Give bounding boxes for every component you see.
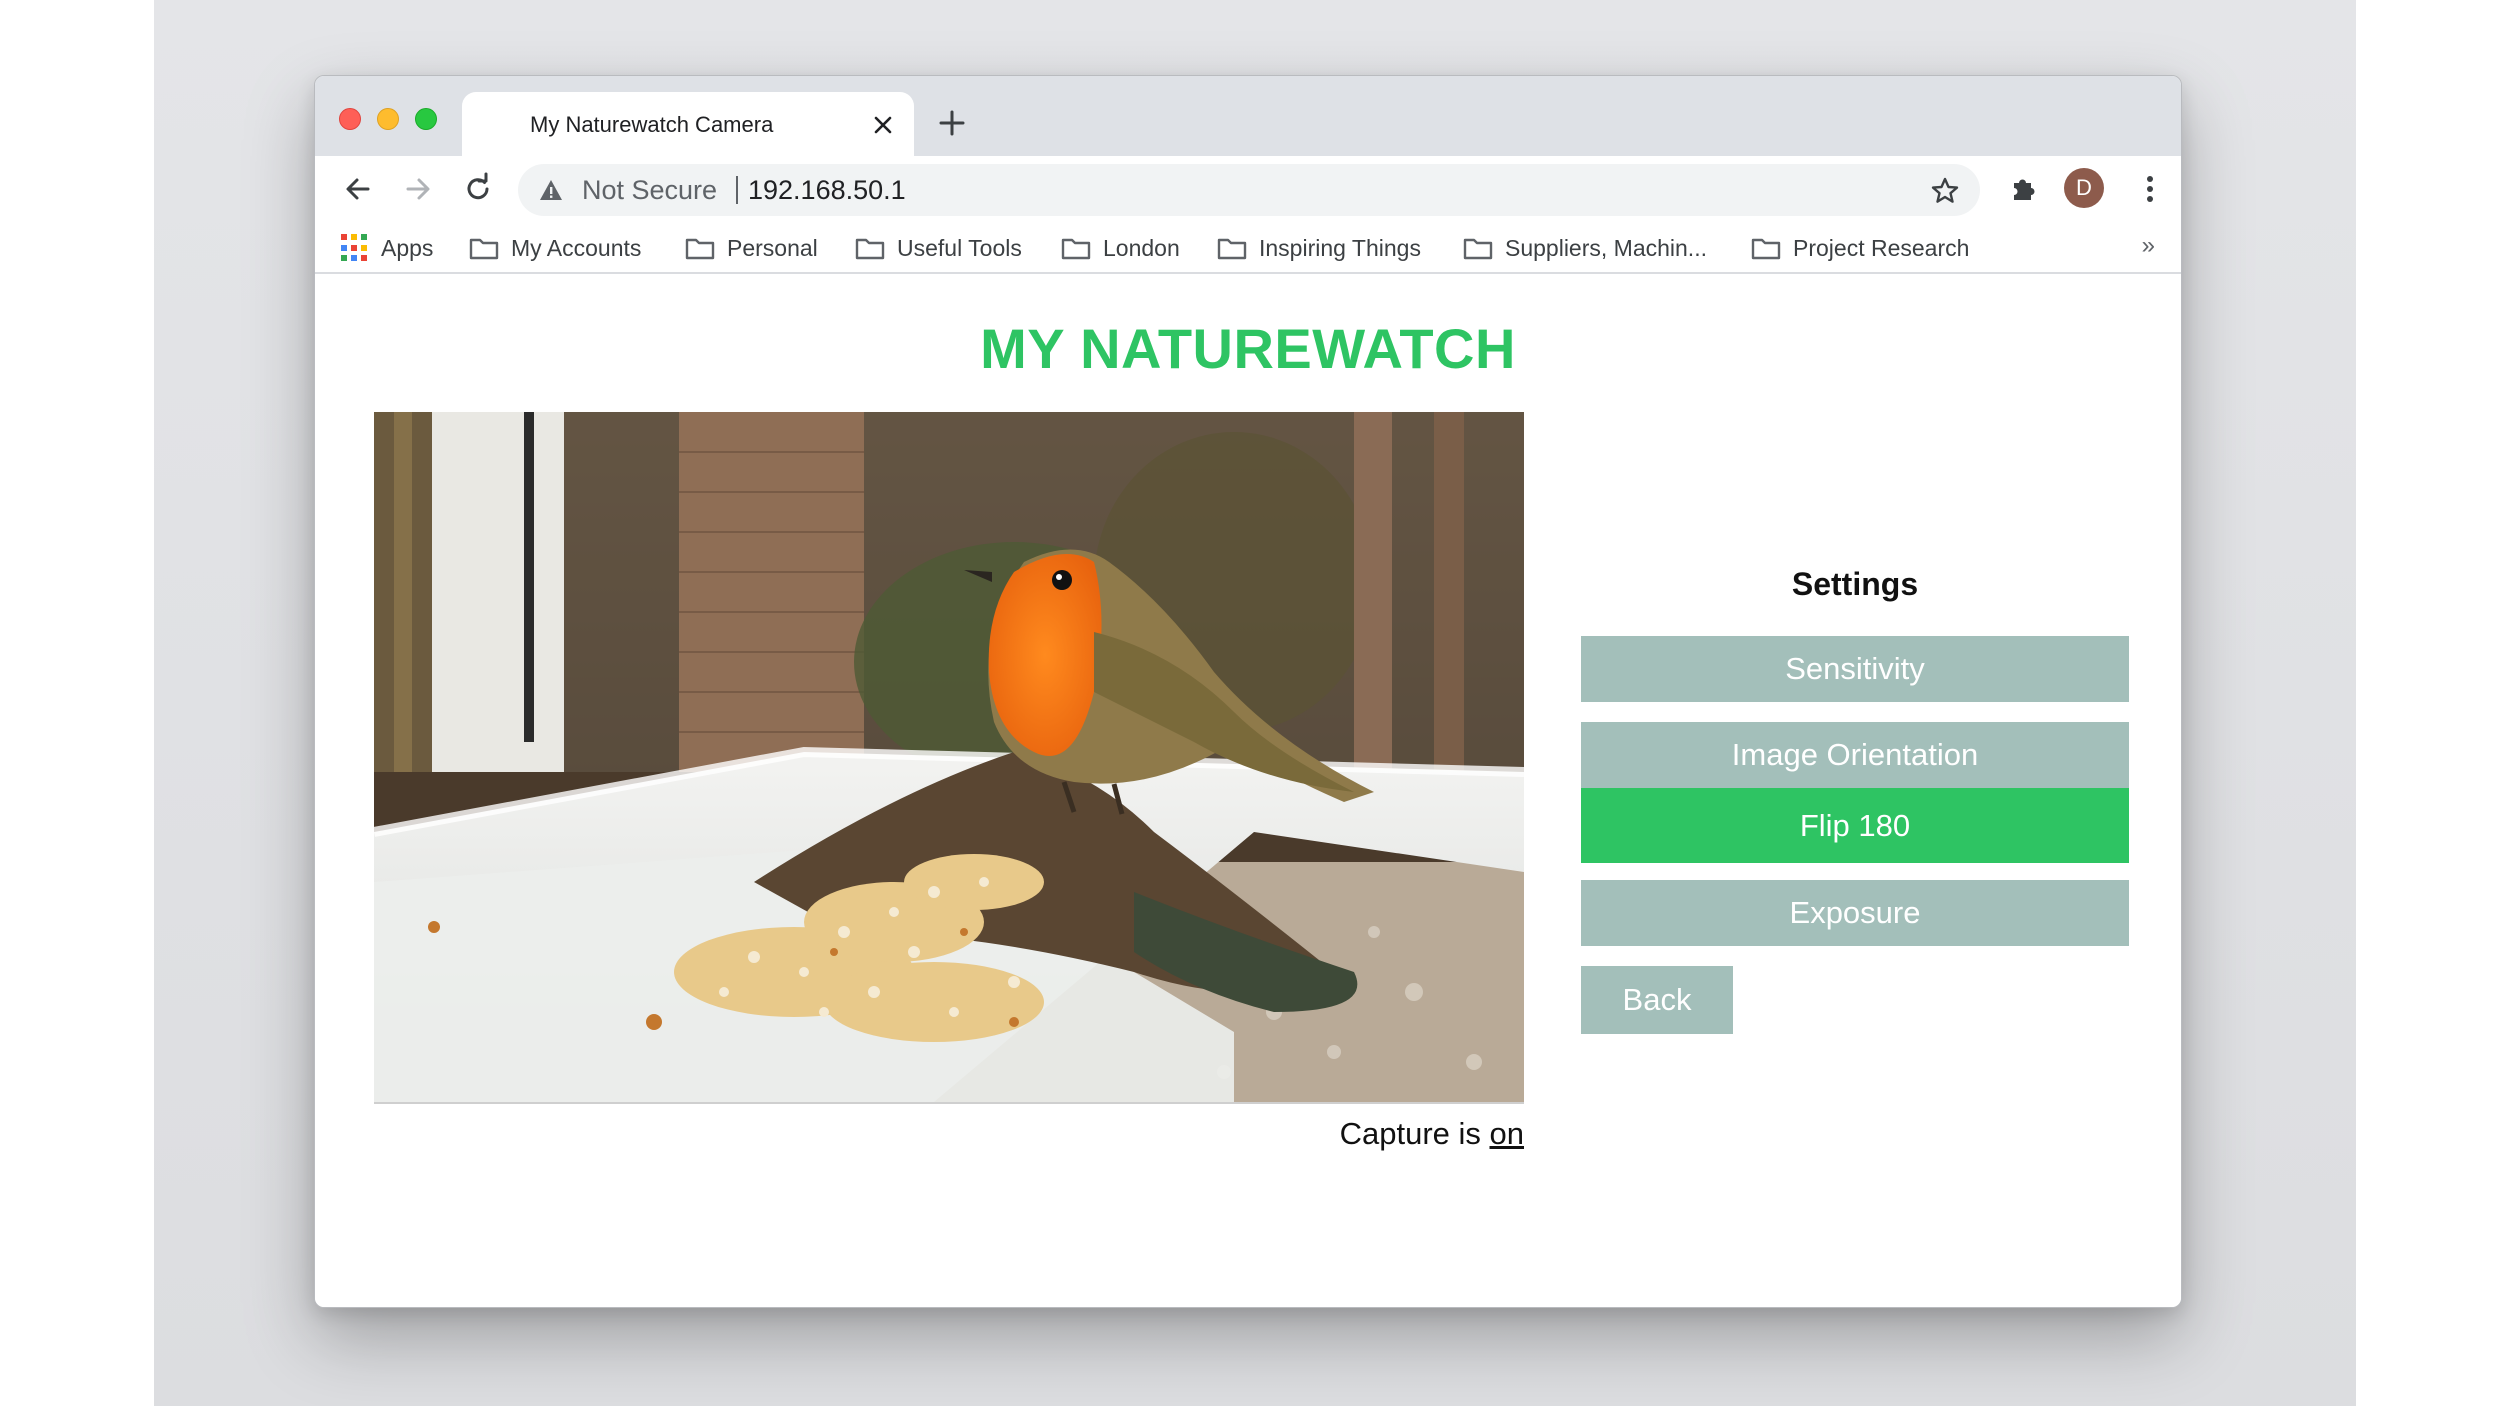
folder-icon — [1463, 238, 1493, 260]
folder-icon — [1217, 238, 1247, 260]
sensitivity-button[interactable]: Sensitivity — [1581, 636, 2129, 702]
close-window-button[interactable] — [339, 108, 361, 130]
image-orientation-button[interactable]: Image Orientation — [1581, 722, 2129, 788]
bookmark-label: London — [1103, 234, 1180, 261]
bookmark-label: My Accounts — [511, 234, 642, 261]
security-label: Not Secure — [582, 175, 718, 205]
tab-strip: My Naturewatch Camera — [315, 76, 2181, 158]
folder-icon — [1751, 238, 1781, 260]
folder-icon — [1061, 238, 1091, 260]
bookmark-label: Suppliers, Machin... — [1505, 234, 1707, 261]
bookmarks-bar: Apps My Accounts Personal Useful Tools L… — [315, 222, 2181, 274]
folder-icon — [855, 238, 885, 260]
close-icon[interactable] — [870, 112, 896, 138]
url-text[interactable]: 192.168.50.1 — [748, 175, 906, 206]
bookmark-label: Useful Tools — [897, 234, 1022, 261]
page-content: MY NATUREWATCH Capture is on Settings Se… — [315, 274, 2181, 1307]
bookmarks-overflow-chevron[interactable]: » — [2142, 232, 2155, 260]
warning-triangle-icon[interactable] — [538, 178, 564, 202]
bookmark-star-icon[interactable] — [1930, 176, 1960, 206]
reload-icon[interactable] — [459, 170, 497, 208]
flip-180-button[interactable]: Flip 180 — [1581, 788, 2129, 863]
browser-window: My Naturewatch Camera Not Secure 192.168… — [314, 75, 2182, 1308]
back-arrow-icon[interactable] — [339, 170, 377, 208]
page-title: MY NATUREWATCH — [980, 317, 1516, 380]
profile-avatar[interactable]: D — [2064, 168, 2104, 208]
bookmark-useful-tools[interactable]: Useful Tools — [855, 230, 1022, 266]
tab-title: My Naturewatch Camera — [530, 112, 774, 137]
robin-on-feeder-image — [374, 412, 1524, 1102]
capture-status: Capture is on — [374, 1116, 1524, 1152]
bookmark-label: Project Research — [1793, 234, 1970, 261]
folder-icon — [685, 238, 715, 260]
bookmark-label: Inspiring Things — [1259, 234, 1421, 261]
new-tab-plus-icon[interactable] — [935, 106, 969, 140]
folder-icon — [469, 238, 499, 260]
browser-toolbar: Not Secure 192.168.50.1 — [315, 156, 2181, 222]
camera-feed-image — [374, 412, 1524, 1104]
bookmark-london[interactable]: London — [1061, 230, 1180, 266]
bookmark-my-accounts[interactable]: My Accounts — [469, 230, 641, 266]
tab-active[interactable]: My Naturewatch Camera — [462, 92, 914, 158]
capture-toggle-link[interactable]: on — [1490, 1116, 1524, 1151]
exposure-button[interactable]: Exposure — [1581, 880, 2129, 946]
bookmark-suppliers[interactable]: Suppliers, Machin... — [1463, 230, 1707, 266]
more-menu-kebab-icon[interactable] — [2131, 170, 2169, 208]
apps-grid-icon — [341, 234, 369, 262]
bookmark-personal[interactable]: Personal — [685, 230, 818, 266]
maximize-window-button[interactable] — [415, 108, 437, 130]
capture-status-label: Capture is — [1339, 1116, 1481, 1151]
bookmark-label: Personal — [727, 234, 818, 261]
minimize-window-button[interactable] — [377, 108, 399, 130]
forward-arrow-icon[interactable] — [399, 170, 437, 208]
settings-heading: Settings — [1791, 566, 1919, 602]
extensions-puzzle-icon[interactable] — [2005, 170, 2043, 208]
bookmark-inspiring-things[interactable]: Inspiring Things — [1217, 230, 1421, 266]
bookmark-label: Apps — [381, 234, 434, 261]
back-button[interactable]: Back — [1581, 966, 1733, 1034]
bookmark-apps[interactable]: Apps — [341, 230, 433, 266]
address-divider — [736, 176, 738, 204]
bookmark-project-research[interactable]: Project Research — [1751, 230, 1969, 266]
address-bar[interactable]: Not Secure 192.168.50.1 — [518, 164, 1980, 216]
